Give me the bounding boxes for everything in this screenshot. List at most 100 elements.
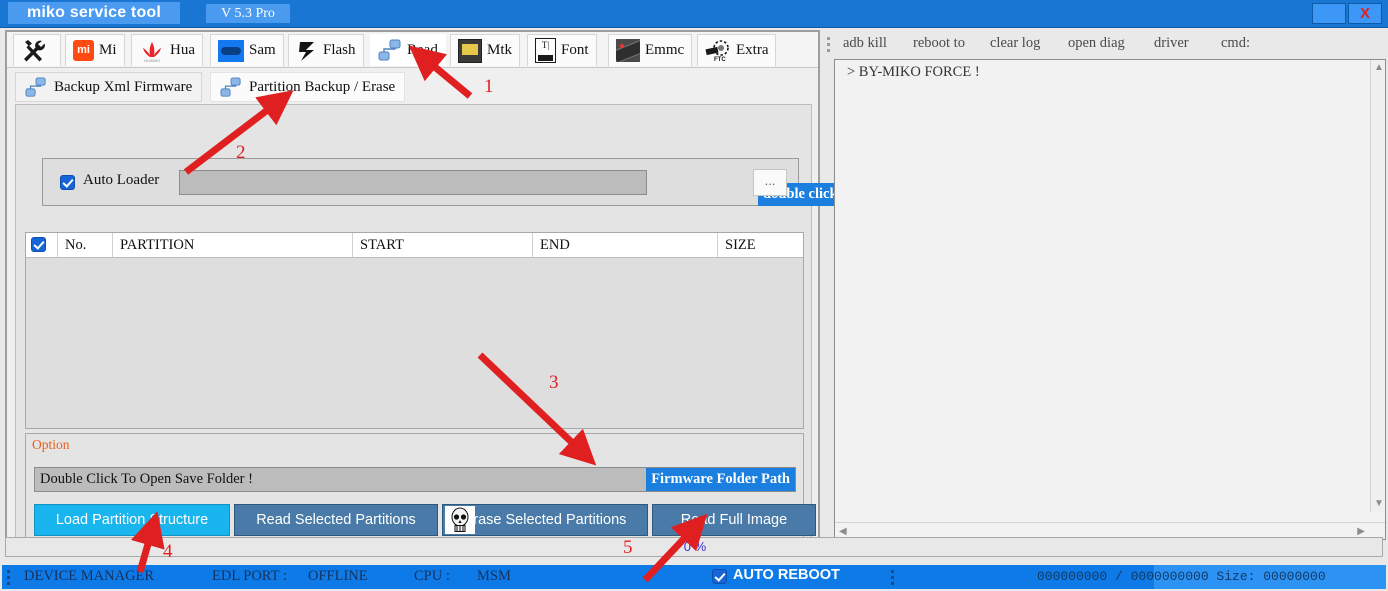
- tab-sam-label: Sam: [249, 42, 276, 58]
- cmd-clear-log[interactable]: clear log: [990, 35, 1040, 52]
- chip-icon: [458, 38, 482, 63]
- cmd-label[interactable]: cmd:: [1221, 35, 1250, 52]
- command-bar-grip[interactable]: [827, 37, 832, 53]
- tab-read[interactable]: Read: [370, 34, 446, 66]
- scroll-up-icon[interactable]: ▲: [1374, 63, 1384, 73]
- erase-selected-partitions-button[interactable]: Erase Selected Partitions: [442, 504, 648, 536]
- tab-flash[interactable]: Flash: [288, 34, 364, 66]
- sub-tab-backup-xml-firmware-label: Backup Xml Firmware: [54, 78, 193, 95]
- tab-hua[interactable]: HUAWEI Hua: [131, 34, 203, 66]
- firmware-folder-path-badge[interactable]: Firmware Folder Path: [646, 468, 795, 491]
- log-output-box[interactable]: > BY-MIKO FORCE ! ▲ ▼ ◀ ▶: [834, 59, 1386, 540]
- emmc-chip-icon: [616, 39, 640, 62]
- main-tab-bar: mi Mi HUAWEI Hua Sam Flash Read Mtk T| F…: [7, 32, 818, 68]
- tab-mtk[interactable]: Mtk: [450, 34, 521, 66]
- annotation-number-1: 1: [484, 76, 494, 97]
- tab-mtk-label: Mtk: [487, 42, 513, 58]
- annotation-number-4: 4: [163, 541, 173, 562]
- sub-tab-backup-xml-firmware[interactable]: Backup Xml Firmware: [15, 72, 203, 102]
- title-bar: miko service tool V 5.3 Pro X: [0, 0, 1388, 28]
- tab-read-label: Read: [407, 42, 438, 58]
- extra-gear-icon: FTC: [705, 40, 729, 62]
- tab-font[interactable]: T| Font: [527, 34, 597, 66]
- read-full-image-button[interactable]: Read Full Image: [652, 504, 816, 536]
- column-header-start[interactable]: START: [353, 233, 533, 257]
- application-window: miko service tool V 5.3 Pro X mi Mi HUAW…: [0, 0, 1388, 591]
- sub-tab-partition-backup-erase-label: Partition Backup / Erase: [249, 78, 396, 95]
- load-partition-structure-button[interactable]: Load Partition Structure: [34, 504, 230, 536]
- save-folder-path-bar[interactable]: Double Click To Open Save Folder ! Firmw…: [34, 467, 796, 492]
- mi-logo-icon: mi: [73, 40, 94, 61]
- status-bar: DEVICE MANAGER EDL PORT : OFFLINE CPU : …: [2, 565, 1386, 589]
- annotation-number-5: 5: [623, 537, 633, 558]
- samsung-logo-icon: [218, 39, 244, 62]
- partition-table: No. PARTITION START END SIZE: [25, 232, 804, 429]
- tab-sam[interactable]: Sam: [210, 34, 284, 66]
- browse-loader-button[interactable]: ...: [753, 169, 787, 196]
- cmd-open-diag[interactable]: open diag: [1068, 35, 1125, 52]
- auto-loader-label: Auto Loader: [83, 172, 160, 188]
- scroll-left-icon[interactable]: ◀: [839, 527, 847, 537]
- partition-table-body[interactable]: [26, 258, 803, 428]
- cpu-label: CPU :: [414, 568, 450, 584]
- option-group: Option Double Click To Open Save Folder …: [25, 433, 816, 543]
- option-legend: Option: [32, 437, 70, 452]
- lightning-icon: [299, 41, 314, 61]
- log-vertical-scrollbar[interactable]: ▲ ▼: [1370, 60, 1385, 512]
- auto-reboot-label: AUTO REBOOT: [733, 567, 840, 583]
- select-all-checkbox[interactable]: [31, 237, 46, 252]
- column-header-end[interactable]: END: [533, 233, 718, 257]
- erase-selected-partitions-label: Erase Selected Partitions: [463, 512, 627, 528]
- sub-tab-bar: Backup Xml Firmware Partition Backup / E…: [15, 72, 815, 106]
- scroll-right-icon[interactable]: ▶: [1357, 527, 1365, 537]
- tab-mi[interactable]: mi Mi: [65, 34, 125, 66]
- auto-reboot-checkbox[interactable]: [712, 569, 727, 584]
- close-icon: X: [1359, 5, 1370, 22]
- svg-text:HUAWEI: HUAWEI: [144, 58, 160, 63]
- tab-flash-label: Flash: [323, 42, 356, 58]
- auto-loader-checkbox[interactable]: [60, 175, 75, 190]
- partition-content-frame: Auto Loader double click to brand ... No…: [15, 104, 900, 551]
- annotation-number-3: 3: [549, 372, 559, 393]
- cmd-driver[interactable]: driver: [1154, 35, 1189, 52]
- edl-port-value: OFFLINE: [308, 568, 368, 584]
- close-button[interactable]: X: [1348, 3, 1382, 24]
- progress-percent-label: 0 %: [683, 539, 707, 554]
- svg-text:FTC: FTC: [714, 57, 726, 62]
- scroll-down-icon[interactable]: ▼: [1374, 499, 1384, 509]
- restore-button[interactable]: [1312, 3, 1346, 24]
- command-bar: adb kill reboot to clear log open diag d…: [825, 33, 1386, 59]
- partition-table-header: No. PARTITION START END SIZE: [26, 233, 803, 258]
- cmd-reboot-to[interactable]: reboot to: [913, 35, 965, 52]
- tab-extra-label: Extra: [736, 42, 769, 58]
- transfer-counter: 000000000 / 0000000000 Size: 00000000: [1037, 569, 1326, 584]
- font-file-icon: T|: [535, 38, 556, 63]
- network-read-icon: [220, 76, 241, 97]
- cmd-adb-kill[interactable]: adb kill: [843, 35, 887, 52]
- network-read-icon: [378, 39, 401, 61]
- auto-loader-input[interactable]: double click to brand: [179, 170, 900, 206]
- select-all-header[interactable]: [26, 233, 58, 257]
- right-panel: adb kill reboot to clear log open diag d…: [825, 30, 1386, 557]
- tools-icon: [24, 39, 45, 61]
- progress-bar: 0 %: [5, 537, 1383, 557]
- tab-mi-label: Mi: [99, 42, 117, 58]
- status-bar-grip[interactable]: [891, 570, 895, 585]
- column-header-no[interactable]: No.: [58, 233, 113, 257]
- tab-tools[interactable]: [13, 34, 61, 66]
- tab-extra[interactable]: FTC Extra: [697, 34, 777, 66]
- app-version: V 5.3 Pro: [206, 4, 290, 23]
- log-line: > BY-MIKO FORCE !: [847, 64, 980, 80]
- device-manager-grip[interactable]: [7, 570, 11, 585]
- annotation-number-2: 2: [236, 142, 246, 163]
- column-header-size[interactable]: SIZE: [718, 233, 803, 257]
- skull-icon: [445, 506, 475, 534]
- tab-emmc-label: Emmc: [645, 42, 685, 58]
- sub-tab-partition-backup-erase[interactable]: Partition Backup / Erase: [210, 72, 406, 102]
- read-selected-partitions-button[interactable]: Read Selected Partitions: [234, 504, 438, 536]
- edl-port-label: EDL PORT :: [212, 568, 287, 584]
- column-header-partition[interactable]: PARTITION: [113, 233, 353, 257]
- tab-emmc[interactable]: Emmc: [608, 34, 693, 66]
- client-area: mi Mi HUAWEI Hua Sam Flash Read Mtk T| F…: [2, 30, 1386, 560]
- device-manager-label[interactable]: DEVICE MANAGER: [24, 568, 154, 585]
